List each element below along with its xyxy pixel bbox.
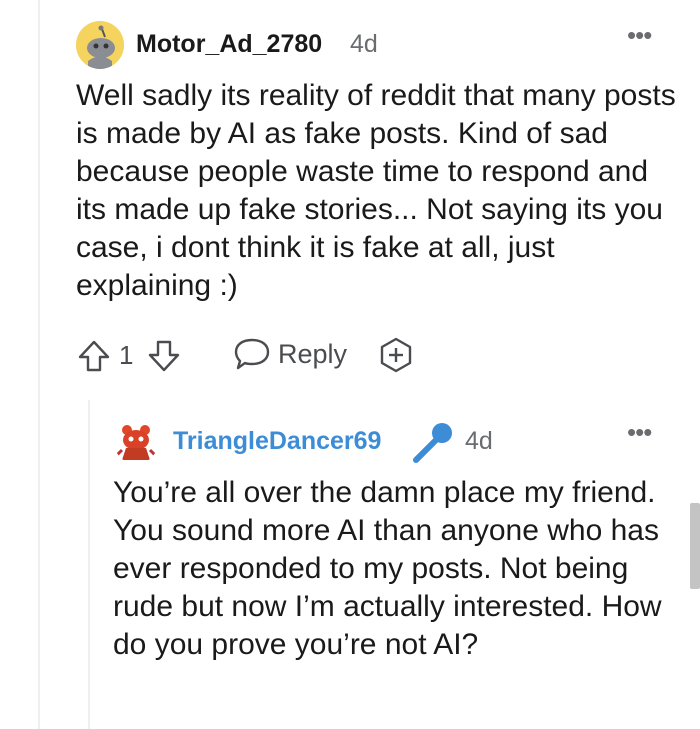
- comment-actions: 1 Reply: [72, 330, 432, 380]
- microphone-icon: [413, 423, 452, 463]
- speech-bubble-icon[interactable]: [232, 336, 272, 372]
- arrow-down-icon[interactable]: [146, 338, 182, 374]
- scrollbar[interactable]: [690, 503, 700, 589]
- comment-author[interactable]: TriangleDancer69: [173, 427, 381, 456]
- comment-body: Well sadly its reality of reddit that ma…: [76, 79, 676, 302]
- comment-author[interactable]: Motor_Ad_2780: [136, 30, 322, 59]
- comment-timestamp: 4d: [465, 427, 493, 455]
- snoo-avatar-icon: [76, 21, 124, 69]
- more-dots-icon[interactable]: •••: [627, 20, 652, 51]
- avatar[interactable]: [76, 21, 124, 69]
- award-plus-icon[interactable]: [377, 336, 415, 374]
- snoo-avatar-icon: [114, 420, 158, 464]
- vote-score: 1: [119, 340, 134, 370]
- comment-timestamp: 4d: [350, 30, 378, 58]
- comment-body: You’re all over the damn place my friend…: [113, 476, 662, 661]
- reply-button[interactable]: Reply: [278, 339, 347, 370]
- more-dots-icon[interactable]: •••: [627, 417, 652, 448]
- comment: Motor_Ad_2780 4d ••• Well sadly its real…: [0, 0, 700, 395]
- avatar[interactable]: [114, 420, 158, 464]
- arrow-up-icon[interactable]: [76, 338, 112, 374]
- comment: TriangleDancer69 4d ••• You’re all over …: [0, 405, 700, 729]
